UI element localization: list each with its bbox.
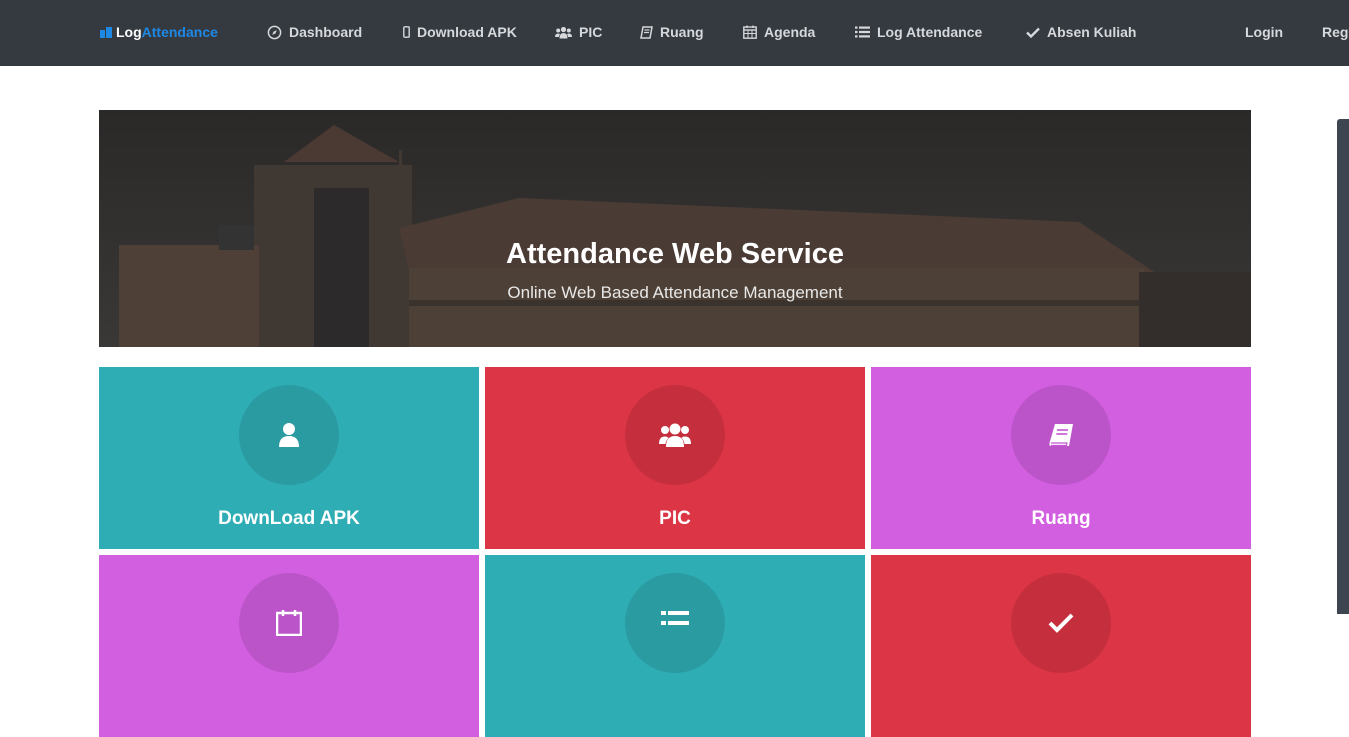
tile-label: PIC — [659, 508, 691, 529]
tile-label: DownLoad APK — [218, 508, 360, 529]
book-icon — [1049, 424, 1073, 447]
tile-download-apk[interactable]: DownLoad APK — [99, 367, 479, 549]
top-navbar: Log Attendance Dashboard Download APK PIC — [0, 0, 1349, 66]
nav-label-download-apk: Download APK — [417, 24, 517, 40]
hero-subtitle: Online Web Based Attendance Management — [507, 283, 843, 302]
nav-label-dashboard: Dashboard — [289, 24, 363, 40]
nav-label-ruang: Ruang — [660, 24, 704, 40]
nav-item-pic[interactable]: PIC — [555, 24, 602, 40]
nav-item-register[interactable]: Reg — [1322, 24, 1348, 40]
users-icon — [659, 423, 691, 447]
nav-item-login[interactable]: Login — [1245, 24, 1283, 40]
users-icon — [555, 26, 572, 38]
nav-label-agenda: Agenda — [764, 24, 816, 40]
book-icon — [640, 25, 653, 39]
nav-item-absen-kuliah[interactable]: Absen Kuliah — [1026, 24, 1136, 40]
tile-icon-circle — [239, 573, 339, 673]
brand-text-log: Log — [116, 24, 142, 40]
check-icon — [1048, 613, 1074, 633]
user-icon — [279, 423, 299, 447]
nav-label-absen-kuliah: Absen Kuliah — [1047, 24, 1137, 40]
hero-banner: Attendance Web Service Online Web Based … — [99, 110, 1251, 347]
tile-ruang[interactable]: Ruang — [871, 367, 1251, 549]
mobile-icon — [403, 26, 410, 38]
tile-absen-kuliah[interactable] — [871, 555, 1251, 737]
tile-agenda[interactable] — [99, 555, 479, 737]
brand-logo-icon — [100, 27, 112, 38]
brand-logo-link[interactable]: Log Attendance — [99, 24, 218, 40]
hero-background-image — [99, 110, 1251, 347]
nav-item-ruang[interactable]: Ruang — [640, 24, 704, 40]
check-icon — [1026, 27, 1040, 38]
tile-pic[interactable]: PIC — [485, 367, 865, 549]
tile-icon-circle — [625, 385, 725, 485]
nav-label-register: Reg — [1322, 24, 1349, 40]
calendar-icon — [743, 25, 757, 39]
tile-icon-circle — [239, 385, 339, 485]
list-icon — [855, 26, 870, 38]
tile-log-attendance[interactable] — [485, 555, 865, 737]
tile-icon-circle — [1011, 573, 1111, 673]
nav-item-dashboard[interactable]: Dashboard — [267, 24, 362, 40]
nav-label-pic: PIC — [579, 24, 603, 40]
nav-item-log-attendance[interactable]: Log Attendance — [855, 24, 982, 40]
nav-item-download-apk[interactable]: Download APK — [403, 24, 517, 40]
tile-label: Ruang — [1031, 508, 1091, 529]
side-panel-edge — [1337, 119, 1349, 614]
tile-icon-circle — [1011, 385, 1111, 485]
compass-icon — [267, 25, 282, 39]
hero-title: Attendance Web Service — [506, 238, 844, 270]
tile-icon-circle — [625, 573, 725, 673]
nav-label-log-attendance: Log Attendance — [877, 24, 983, 40]
nav-label-login: Login — [1245, 24, 1284, 40]
nav-item-agenda[interactable]: Agenda — [743, 24, 815, 40]
brand-text-attendance: Attendance — [141, 24, 218, 40]
